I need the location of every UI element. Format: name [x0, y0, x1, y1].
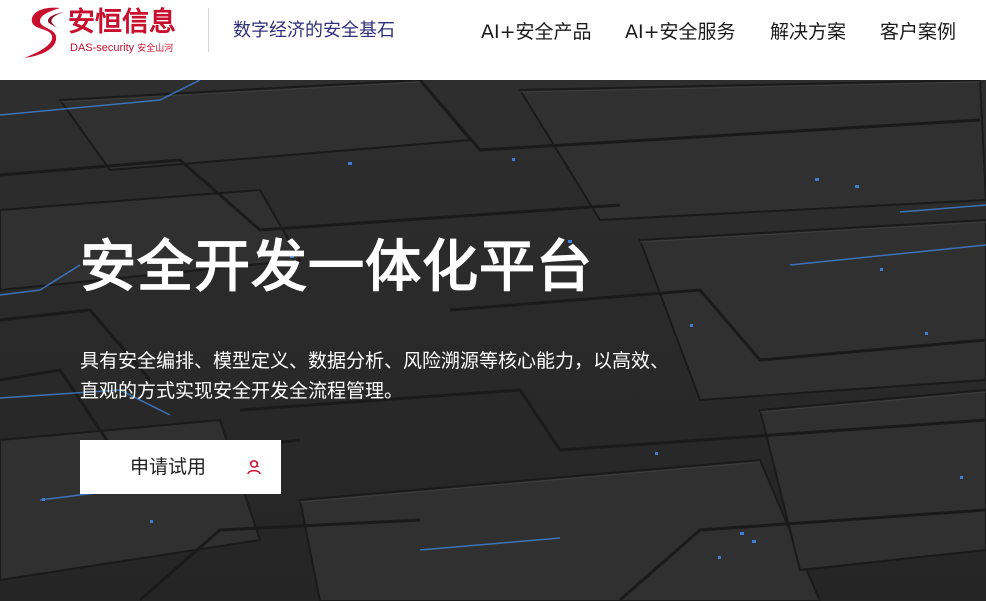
logo-sub-text: 安全山河	[137, 43, 174, 53]
circuit-board-background	[0, 80, 986, 601]
company-slogan: 数字经济的安全基石	[233, 20, 395, 41]
nav-ai-security-services[interactable]: AI+安全服务	[625, 18, 736, 46]
page: 安恒信息 DAS-security 安全山河 数字经济的安全基石 AI+安全产品 …	[0, 0, 986, 601]
hero-banner: 安全开发一体化平台 具有安全编排、模型定义、数据分析、风险溯源等核心能力，以高效…	[0, 80, 986, 601]
apply-trial-label: 申请试用	[130, 456, 207, 478]
nav-solutions[interactable]: 解决方案	[770, 18, 846, 46]
nav-customer-cases[interactable]: 客户案例	[880, 18, 956, 46]
logo-wordmark: 安恒信息	[68, 7, 176, 38]
apply-trial-button[interactable]: 申请试用	[80, 440, 281, 494]
logo-english-name: DAS-security 安全山河	[70, 41, 173, 55]
hero-description: 具有安全编排、模型定义、数据分析、风险溯源等核心能力，以高效、直观的方式实现安全…	[80, 350, 670, 402]
logo-english-text: DAS-security	[70, 42, 135, 54]
header-divider	[208, 8, 209, 52]
site-header: 安恒信息 DAS-security 安全山河 数字经济的安全基石 AI+安全产品 …	[0, 0, 986, 80]
nav-ai-security-products[interactable]: AI+安全产品	[481, 18, 592, 46]
hero-title: 安全开发一体化平台	[80, 235, 593, 300]
user-headset-icon	[247, 460, 261, 475]
company-logo[interactable]: 安恒信息 DAS-security 安全山河	[20, 2, 210, 64]
swoosh-logo-icon	[24, 7, 64, 58]
